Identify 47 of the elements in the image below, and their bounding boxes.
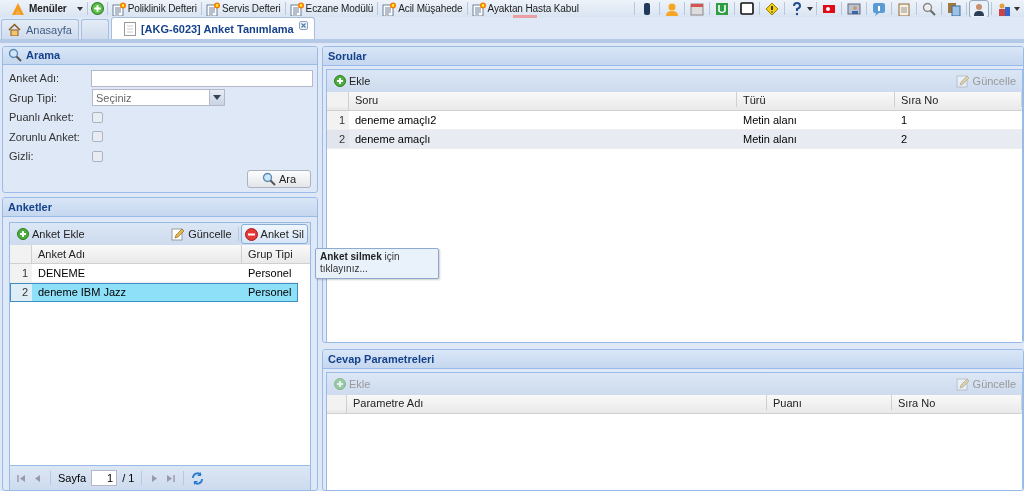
module-button[interactable]: Eczane Modülü bbox=[288, 1, 375, 16]
panel-title: Cevap Parametreleri bbox=[328, 353, 435, 365]
field-label: Grup Tipi: bbox=[9, 91, 58, 104]
table-cell-text: 2 bbox=[900, 133, 909, 145]
field-label: Anket Adı: bbox=[9, 72, 61, 85]
table-cell-text: deneme amaçlı2 bbox=[354, 114, 438, 126]
table-cell-text: deneme IBM Jazz bbox=[37, 286, 128, 298]
module-button[interactable]: Poliklinik Defteri bbox=[110, 1, 198, 16]
column-header[interactable]: Sıra No bbox=[895, 92, 1022, 107]
panel-title: Sorular bbox=[328, 50, 367, 62]
table-cell-text: 1 bbox=[900, 114, 909, 126]
tooltip: Anket silmek için tıklayınız... bbox=[315, 248, 439, 279]
column-header[interactable]: Anket Adı bbox=[32, 245, 242, 263]
delete-button[interactable]: Anket Sil bbox=[240, 224, 308, 244]
table-row[interactable]: 2 deneme amaçlı Metin alanı 2 bbox=[327, 130, 1022, 149]
add-button[interactable]: Anket Ekle bbox=[13, 224, 89, 244]
search-button[interactable]: Ara bbox=[246, 170, 311, 188]
update-button[interactable]: Güncelle bbox=[167, 224, 236, 244]
row-number: 1 bbox=[10, 264, 32, 282]
dropdown-field[interactable]: Seçiniz bbox=[92, 89, 210, 107]
field-label: Gizli: bbox=[9, 150, 35, 163]
row-number: 2 bbox=[327, 130, 349, 148]
table-cell-text: Metin alanı bbox=[742, 133, 798, 145]
panel-title: Anketler bbox=[8, 201, 53, 213]
field-label: Zorunlu Anket: bbox=[9, 130, 81, 143]
row-number: 1 bbox=[327, 111, 349, 129]
page-label: Sayfa bbox=[58, 472, 87, 484]
column-header[interactable]: Soru bbox=[349, 92, 737, 107]
table-cell-text: Metin alanı bbox=[742, 114, 798, 126]
column-header[interactable]: Parametre Adı bbox=[347, 395, 767, 410]
table-cell-text: DENEME bbox=[37, 267, 87, 279]
page-field[interactable]: 1 bbox=[91, 470, 118, 486]
page-total: / 1 bbox=[122, 472, 135, 484]
tab[interactable]: Anasayfa bbox=[1, 19, 79, 39]
row-number: 2 bbox=[10, 283, 32, 301]
module-button[interactable]: Acil Müşahede bbox=[381, 1, 464, 16]
table-row[interactable]: 2 deneme IBM Jazz Personel bbox=[10, 283, 298, 302]
table-cell-text: deneme amaçlı bbox=[354, 133, 432, 145]
table-cell-text: Personel bbox=[247, 267, 293, 279]
module-button[interactable]: Servis Defteri bbox=[205, 1, 282, 16]
field-label: Puanlı Anket: bbox=[9, 111, 75, 124]
column-header[interactable]: Puanı bbox=[767, 395, 892, 410]
table-cell-text: Personel bbox=[247, 286, 293, 298]
column-header[interactable]: Türü bbox=[737, 92, 895, 107]
column-header[interactable]: Sıra No bbox=[892, 395, 1022, 410]
add-button[interactable]: Ekle bbox=[330, 71, 375, 91]
panel-title: Arama bbox=[26, 49, 61, 62]
